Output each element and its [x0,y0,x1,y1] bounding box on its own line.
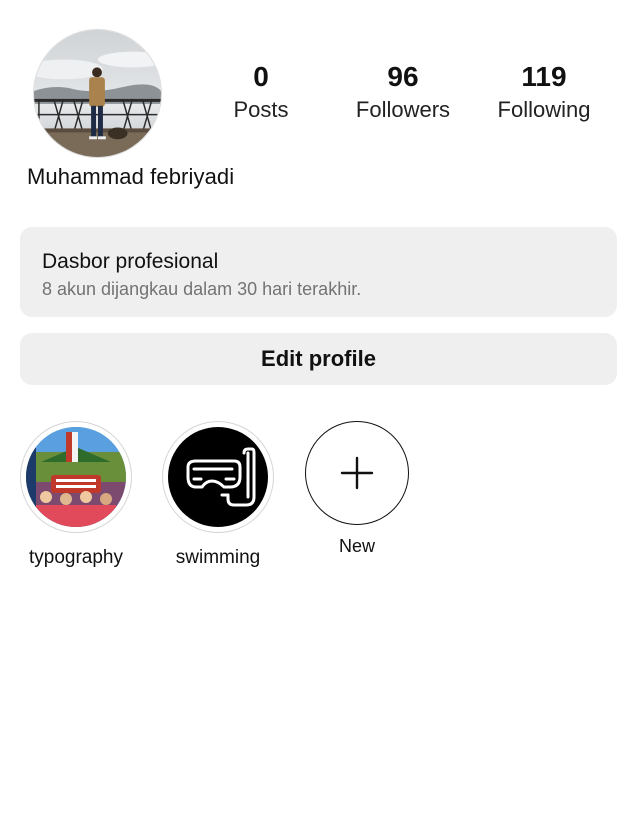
profile-username: Muhammad febriyadi [27,164,235,189]
avatar-photo [34,30,161,157]
edit-profile-button[interactable]: Edit profile [20,333,617,385]
highlight-label: typography [28,547,123,568]
highlight-ring [162,421,274,533]
highlight-typography[interactable]: typography [16,421,136,570]
new-highlight-label: New [338,536,375,556]
following-label: Following [497,97,591,122]
dashboard-title: Dasbor profesional [42,250,219,273]
posts-label: Posts [233,97,289,122]
following-count: 119 [521,61,567,92]
new-highlight-button[interactable] [305,421,409,525]
profile-page: 0 Posts 96 Followers 119 Following Muham… [0,0,637,822]
highlight-label: swimming [175,547,261,568]
dashboard-subtitle: 8 akun dijangkau dalam 30 hari terakhir. [42,279,362,299]
typography-photo-thumbnail [26,427,126,527]
highlight-swimming[interactable]: swimming [158,421,278,570]
highlight-new[interactable]: New [297,421,417,557]
stat-following[interactable]: 119 Following [474,60,614,124]
plus-icon [340,456,374,490]
highlight-ring [20,421,132,533]
followers-count: 96 [387,61,419,92]
stat-followers[interactable]: 96 Followers [333,60,473,124]
profile-avatar[interactable] [33,29,162,158]
posts-count: 0 [253,61,269,92]
snorkel-mask-icon [168,427,268,527]
stat-posts[interactable]: 0 Posts [191,60,331,124]
followers-label: Followers [355,97,451,122]
professional-dashboard-card[interactable]: Dasbor profesional 8 akun dijangkau dala… [20,227,617,317]
